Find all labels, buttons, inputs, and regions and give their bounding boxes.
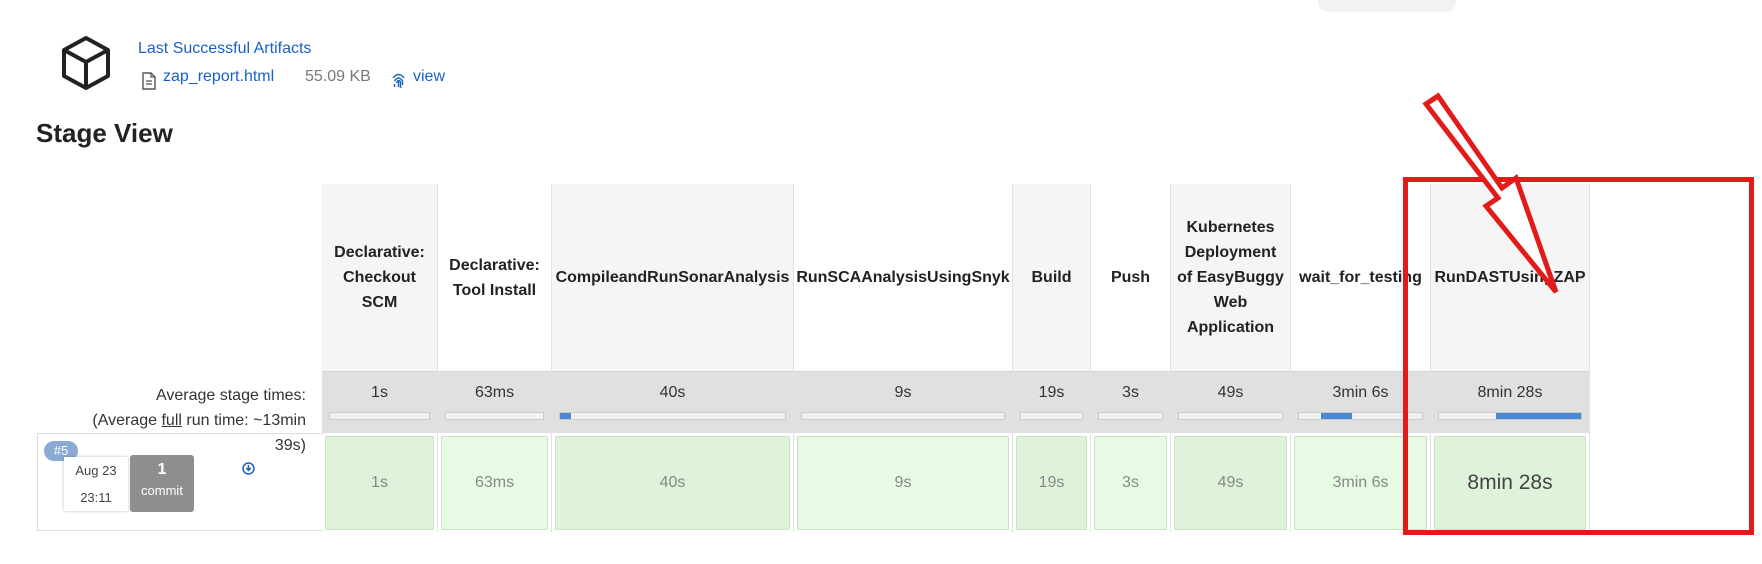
commit-count-button[interactable]: 1 commit <box>130 455 194 512</box>
stage-header: Push <box>1110 269 1151 286</box>
artifact-file-size: 55.09 KB <box>305 68 371 85</box>
stage-column: CompileandRunSonarAnalysis 40s 40s <box>552 184 794 532</box>
stage-run-cell[interactable]: 1s <box>325 436 434 530</box>
stage-run-cell[interactable]: 40s <box>555 436 790 530</box>
stage-progress-fill <box>560 413 572 419</box>
stage-average-time: 3s <box>1091 371 1170 433</box>
stage-average-value: 1s <box>371 384 388 401</box>
stage-progress-bar <box>1020 412 1083 420</box>
stage-progress-bar <box>1178 412 1283 420</box>
download-icon[interactable] <box>242 462 255 475</box>
file-icon <box>142 72 156 90</box>
stage-average-value: 40s <box>659 384 686 401</box>
stage-average-time: 9s <box>794 371 1012 433</box>
stage-average-value: 49s <box>1217 384 1244 401</box>
fingerprint-icon <box>392 73 405 88</box>
stage-header: Kubernetes Deployment of EasyBuggy Web A… <box>1171 184 1290 371</box>
stage-progress-fill <box>1321 413 1352 419</box>
stage-header: Build <box>1013 184 1090 371</box>
package-icon <box>62 36 110 90</box>
artifact-file-link[interactable]: zap_report.html <box>163 68 274 86</box>
commit-count: 1 <box>157 461 167 478</box>
stage-view-title: Stage View <box>36 118 173 148</box>
build-date-day: Aug 23 <box>75 463 117 478</box>
last-successful-artifacts-link[interactable]: Last Successful Artifacts <box>138 40 311 58</box>
stage-run-cell[interactable]: 63ms <box>441 436 548 530</box>
stage-average-time: 49s <box>1171 371 1290 433</box>
stage-run-cell[interactable]: 19s <box>1016 436 1087 530</box>
stage-average-time: 63ms <box>438 371 551 433</box>
stage-run-cell[interactable]: 49s <box>1174 436 1287 530</box>
stage-header: Declarative: Checkout SCM <box>322 184 437 371</box>
stage-progress-bar <box>445 412 544 420</box>
stage-header: CompileandRunSonarAnalysis <box>552 184 793 371</box>
stage-column: RunSCAAnalysisUsingSnyk 9s 9s <box>794 184 1013 532</box>
stage-progress-bar <box>801 412 1005 420</box>
arrow-annotation <box>1422 92 1559 294</box>
stage-average-value: 63ms <box>474 384 515 401</box>
stage-average-value: 3s <box>1122 384 1139 401</box>
stage-run-cell[interactable]: 9s <box>797 436 1009 530</box>
avg-label-line1: Average stage times: <box>155 387 306 404</box>
stage-column: Build 19s 19s <box>1013 184 1091 532</box>
stage-header: RunSCAAnalysisUsingSnyk <box>796 269 1010 286</box>
stage-average-time: 1s <box>322 371 437 433</box>
stage-header: Declarative: Tool Install <box>449 256 540 299</box>
stage-column: Kubernetes Deployment of EasyBuggy Web A… <box>1171 184 1291 532</box>
stage-average-time: 19s <box>1013 371 1090 433</box>
stage-average-value: 19s <box>1038 384 1065 401</box>
stage-column: Declarative: Tool Install 63ms 63ms <box>438 184 552 532</box>
view-fingerprint-link[interactable]: view <box>413 68 445 86</box>
build-date-time: 23:11 <box>80 490 112 505</box>
avg-label-line2: (Average full run time: ~13min <box>92 412 306 429</box>
commit-label: commit <box>141 483 183 498</box>
stage-run-cell[interactable]: 3s <box>1094 436 1167 530</box>
stage-column: Declarative: Checkout SCM 1s 1s <box>322 184 438 532</box>
stage-average-time: 40s <box>552 371 793 433</box>
build-date: Aug 23 23:11 <box>64 457 128 511</box>
stage-average-value: 9s <box>894 384 912 401</box>
stage-progress-bar <box>559 412 786 420</box>
stage-column: Push 3s 3s <box>1091 184 1171 532</box>
stage-progress-bar <box>1098 412 1163 420</box>
full-run-time-link[interactable]: full <box>161 412 181 429</box>
stage-progress-bar <box>329 412 430 420</box>
top-button[interactable] <box>1318 0 1456 12</box>
